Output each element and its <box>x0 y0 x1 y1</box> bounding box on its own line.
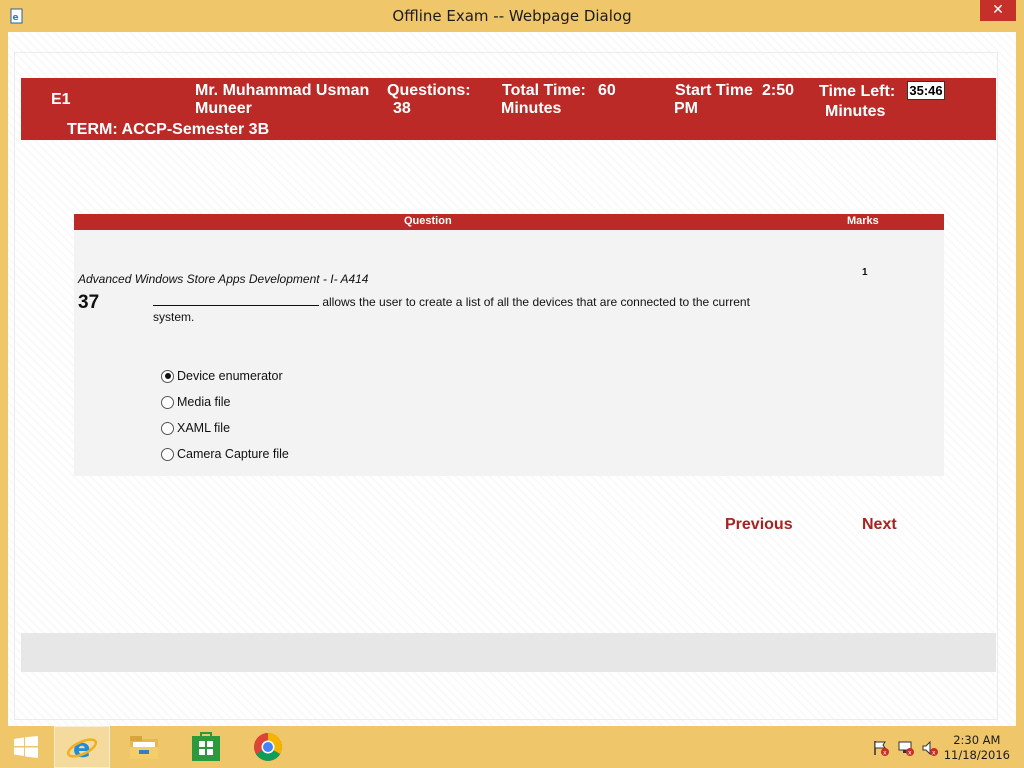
questions-label: Questions: <box>387 82 471 99</box>
total-time-value: 60 <box>598 82 616 99</box>
time-left-unit: Minutes <box>825 103 886 120</box>
term-label: TERM: ACCP-Semester 3B <box>67 121 270 138</box>
question-marks: 1 <box>862 267 868 278</box>
start-icon <box>14 736 38 758</box>
radio-unselected[interactable] <box>161 447 174 461</box>
start-time-value: 2:50 <box>762 82 795 99</box>
system-clock[interactable]: 2:30 AM 11/18/2016 <box>944 733 1010 763</box>
next-button[interactable]: Next <box>862 516 897 534</box>
question-column-header: Question <box>404 215 452 227</box>
footer-bar <box>21 633 996 672</box>
clock-time: 2:30 AM <box>953 733 1001 747</box>
question-text: allows the user to create a list of all … <box>153 295 753 325</box>
countdown-timer: 35:46 <box>907 81 945 100</box>
total-time-unit: Minutes <box>501 100 562 117</box>
radio-selected[interactable] <box>161 369 174 383</box>
window-title: Offline Exam -- Webpage Dialog <box>392 7 632 25</box>
previous-button[interactable]: Previous <box>725 516 793 534</box>
option-device-enumerator[interactable]: Device enumerator <box>161 368 283 384</box>
svg-text:x: x <box>932 750 936 757</box>
clock-date: 11/18/2016 <box>943 748 1010 762</box>
option-label: Device enumerator <box>177 369 283 383</box>
exam-code: E1 <box>51 91 71 108</box>
radio-unselected[interactable] <box>161 421 174 435</box>
volume-muted-icon[interactable]: x <box>921 740 939 756</box>
total-time-label: Total Time: <box>502 82 586 99</box>
option-label: Media file <box>177 395 231 409</box>
internet-explorer-icon: e <box>66 734 98 763</box>
network-icon[interactable]: x <box>897 740 915 756</box>
marks-column-header: Marks <box>847 215 879 227</box>
taskbar-internet-explorer[interactable]: e <box>54 726 110 768</box>
action-center-flag-icon[interactable]: x <box>872 740 890 756</box>
taskbar-chrome[interactable] <box>240 726 296 768</box>
student-name-line2: Muneer <box>195 100 252 117</box>
close-button[interactable]: ✕ <box>980 0 1016 21</box>
svg-text:e: e <box>73 734 91 763</box>
answer-blank <box>153 295 319 306</box>
option-media-file[interactable]: Media file <box>161 394 231 410</box>
file-explorer-icon <box>130 736 158 759</box>
radio-unselected[interactable] <box>161 395 174 409</box>
taskbar-file-explorer[interactable] <box>116 726 172 768</box>
question-panel: Advanced Windows Store Apps Development … <box>74 230 944 476</box>
student-name-line1: Mr. Muhammad Usman <box>195 82 370 99</box>
taskbar: e x x x 2:30 AM 11/18/2016 <box>0 726 1024 768</box>
chrome-icon <box>254 733 282 761</box>
option-label: XAML file <box>177 421 231 435</box>
subject-title: Advanced Windows Store Apps Development … <box>78 272 369 286</box>
option-xaml-file[interactable]: XAML file <box>161 420 230 436</box>
start-time-label: Start Time <box>675 82 753 99</box>
exam-header: E1 Mr. Muhammad Usman Muneer Questions: … <box>21 78 996 140</box>
window-titlebar: e Offline Exam -- Webpage Dialog ✕ <box>0 0 1024 32</box>
dialog-content: E1 Mr. Muhammad Usman Muneer Questions: … <box>8 32 1016 726</box>
svg-text:x: x <box>908 750 912 757</box>
taskbar-store[interactable] <box>178 726 234 768</box>
svg-text:x: x <box>883 750 887 757</box>
store-icon <box>192 732 220 761</box>
option-camera-capture-file[interactable]: Camera Capture file <box>161 446 289 462</box>
questions-value: 38 <box>393 100 411 117</box>
start-time-ampm: PM <box>674 100 698 117</box>
question-number: 37 <box>78 292 100 313</box>
question-table-header: Question Marks <box>74 214 944 230</box>
time-left-label: Time Left: <box>819 83 896 100</box>
start-button[interactable] <box>4 726 48 768</box>
option-label: Camera Capture file <box>177 447 289 461</box>
